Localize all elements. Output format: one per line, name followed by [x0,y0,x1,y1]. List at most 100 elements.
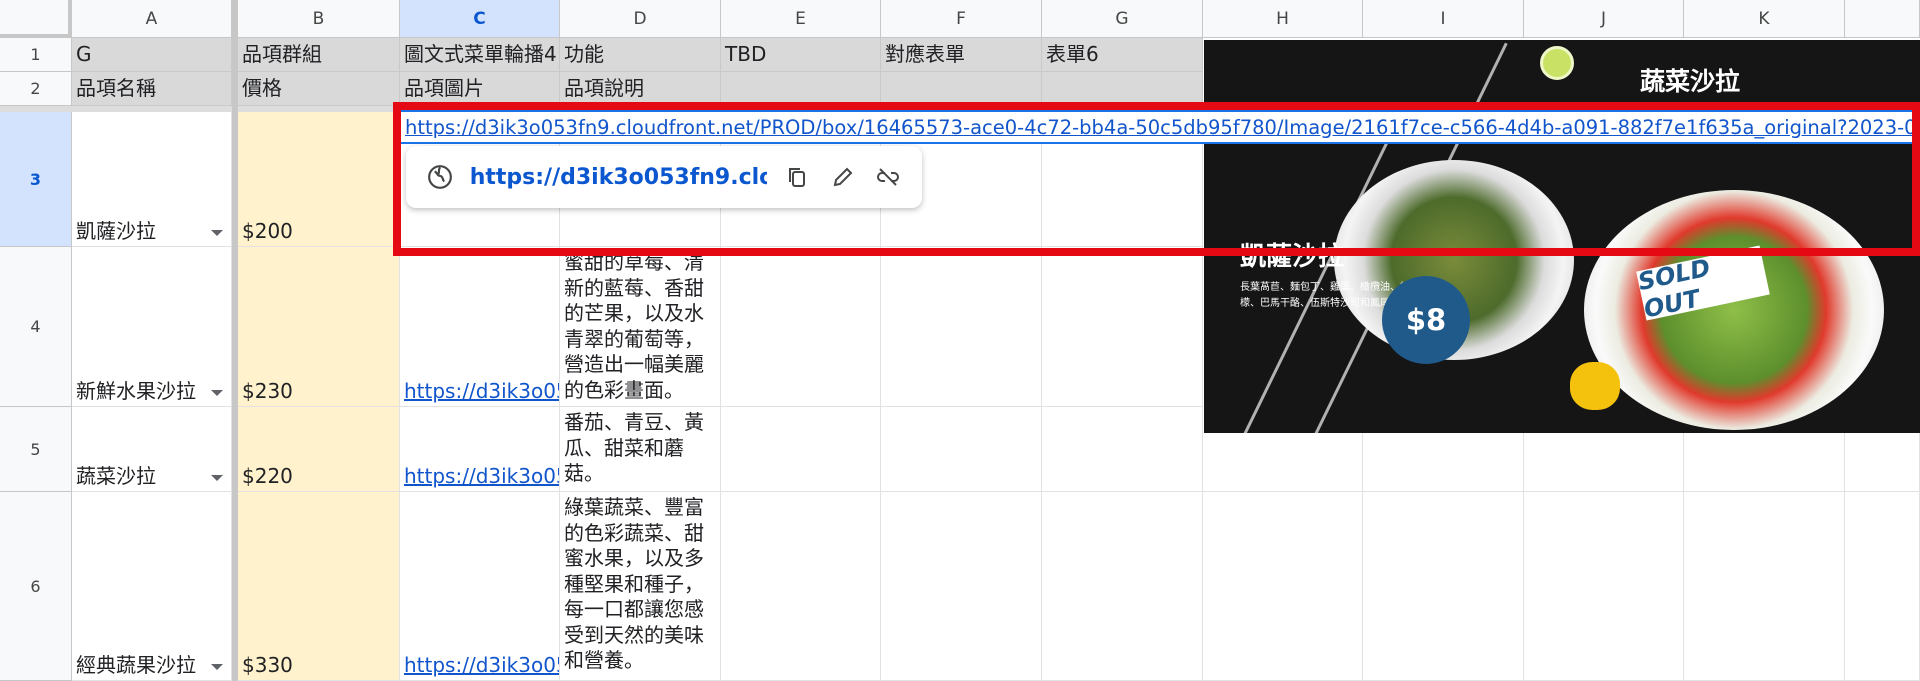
cell-b5-text: $220 [242,464,293,488]
cell-a1[interactable]: G [72,38,232,72]
cell-h5[interactable] [1203,433,1363,492]
column-header-d[interactable]: D [560,0,721,38]
cell-b4[interactable]: $230 [238,247,400,407]
column-header-h[interactable]: H [1203,0,1363,38]
price-badge: $8 [1382,276,1470,364]
cell-c1[interactable]: 圖文式菜單輪播4 [400,38,560,72]
cell-e1[interactable]: TBD [721,38,881,72]
cell-g1[interactable]: 表單6 [1042,38,1203,72]
cell-g5[interactable] [1042,407,1203,492]
cell-c2[interactable]: 品項圖片 [400,72,560,106]
cell-a3-text: 凱薩沙拉 [76,219,156,243]
column-header-e[interactable]: E [721,0,881,38]
cell-c1-text: 圖文式菜單輪播4 [404,42,557,66]
cell-f1[interactable]: 對應表單 [881,38,1042,72]
cell-c6[interactable]: https://d3ik3o053fn9.cloudfront.net [400,492,560,681]
cell-f6[interactable] [881,492,1042,681]
cell-a6[interactable]: 經典蔬果沙拉 [72,492,232,681]
image-link[interactable]: https://d3ik3o053fn9.cloudfront.net [404,379,559,404]
cell-b3-text: $200 [242,219,293,243]
cell-e1-text: TBD [725,42,767,66]
cell-b3[interactable]: $200 [238,112,400,247]
image-link[interactable]: https://d3ik3o053fn9.cloudfront.net [404,464,559,489]
lime-icon [1540,46,1574,80]
cell-d1-text: 功能 [564,42,604,66]
cell-b6-text: $330 [242,653,293,677]
column-header-f[interactable]: F [881,0,1042,38]
cell-a6-text: 經典蔬果沙拉 [76,653,196,677]
dropdown-arrow-icon[interactable] [211,230,223,236]
cell-b2-text: 價格 [242,76,282,100]
cell-e2[interactable] [721,72,881,106]
cell-d1[interactable]: 功能 [560,38,721,72]
cell-e6[interactable] [721,492,881,681]
column-header-j[interactable]: J [1524,0,1684,38]
cell-b1[interactable]: 品項群組 [238,38,400,72]
highlight-box [393,102,1920,256]
row-header-5[interactable]: 5 [0,407,72,492]
column-header-a[interactable]: A [72,0,232,38]
cell-h6[interactable] [1203,492,1363,681]
cell-d4-text: 蜜甜的草莓、清新的藍莓、香甜的芒果，以及水青翠的葡萄等，營造出一幅美麗的色彩畫面… [564,250,704,402]
column-header-b[interactable]: B [238,0,400,38]
cell-d2[interactable]: 品項說明 [560,72,721,106]
cell-f5[interactable] [881,407,1042,492]
cell-d6-text: 綠葉蔬菜、豐富的色彩蔬菜、甜蜜水果，以及多種堅果和種子，每一口都讓您感受到天然的… [564,495,704,672]
cell-b2[interactable]: 價格 [238,72,400,106]
row-header-1[interactable]: 1 [0,38,72,72]
row-header-3[interactable]: 3 [0,112,72,247]
cell-a1-text: G [76,42,92,66]
cell-j6[interactable] [1524,492,1684,681]
cell-g2[interactable] [1042,72,1203,106]
cell-k5[interactable] [1684,433,1845,492]
frozen-column-divider[interactable] [232,0,238,681]
cell-a5-text: 蔬菜沙拉 [76,464,156,488]
cell-i5[interactable] [1363,433,1524,492]
cell-a5[interactable]: 蔬菜沙拉 [72,407,232,492]
cell-d5-text: 番茄、青豆、黃瓜、甜菜和蘑菇。 [564,410,704,485]
cell-k6[interactable] [1684,492,1845,681]
dropdown-arrow-icon[interactable] [211,475,223,481]
pepper-icon [1570,362,1620,410]
image-title: 蔬菜沙拉 [1640,67,1741,96]
cell-b1-text: 品項群組 [242,42,322,66]
cell-g6[interactable] [1042,492,1203,681]
dropdown-arrow-icon[interactable] [211,390,223,396]
column-header-g[interactable]: G [1042,0,1203,38]
cell-a3[interactable]: 凱薩沙拉 [72,112,232,247]
cell-c2-text: 品項圖片 [404,76,484,100]
cell-b5[interactable]: $220 [238,407,400,492]
cell-j5[interactable] [1524,433,1684,492]
column-header-i[interactable]: I [1363,0,1524,38]
cell-l6[interactable] [1845,492,1920,681]
cell-f2[interactable] [881,72,1042,106]
cell-f4[interactable] [881,247,1042,407]
cell-b4-text: $230 [242,379,293,403]
cell-c4[interactable]: https://d3ik3o053fn9.cloudfront.net [400,247,560,407]
cell-a2[interactable]: 品項名稱 [72,72,232,106]
cell-d4[interactable]: 蜜甜的草莓、清新的藍莓、香甜的芒果，以及水青翠的葡萄等，營造出一幅美麗的色彩畫面… [560,247,721,407]
column-header-k[interactable]: K [1684,0,1845,38]
row-header-2[interactable]: 2 [0,72,72,106]
cell-l5[interactable] [1845,433,1920,492]
cell-d6[interactable]: 綠葉蔬菜、豐富的色彩蔬菜、甜蜜水果，以及多種堅果和種子，每一口都讓您感受到天然的… [560,492,721,681]
cell-b6[interactable]: $330 [238,492,400,681]
column-header-l[interactable] [1845,0,1920,38]
cell-a2-text: 品項名稱 [76,76,156,100]
select-all-corner[interactable] [0,0,72,38]
row-header-6[interactable]: 6 [0,492,72,681]
column-header-c[interactable]: C [400,0,560,38]
spreadsheet-grid: A B C D E F G H I J K 1 2 3 4 5 6 G 品項群組… [0,0,1920,681]
dropdown-arrow-icon[interactable] [211,664,223,670]
cell-f1-text: 對應表單 [885,42,965,66]
image-link[interactable]: https://d3ik3o053fn9.cloudfront.net [404,653,559,678]
cell-g4[interactable] [1042,247,1203,407]
cell-a4[interactable]: 新鮮水果沙拉 [72,247,232,407]
cell-d5[interactable]: 番茄、青豆、黃瓜、甜菜和蘑菇。 [560,407,721,492]
cell-c5[interactable]: https://d3ik3o053fn9.cloudfront.net [400,407,560,492]
cell-e4[interactable] [721,247,881,407]
cell-i6[interactable] [1363,492,1524,681]
cell-g1-text: 表單6 [1046,42,1099,66]
cell-e5[interactable] [721,407,881,492]
row-header-4[interactable]: 4 [0,247,72,407]
